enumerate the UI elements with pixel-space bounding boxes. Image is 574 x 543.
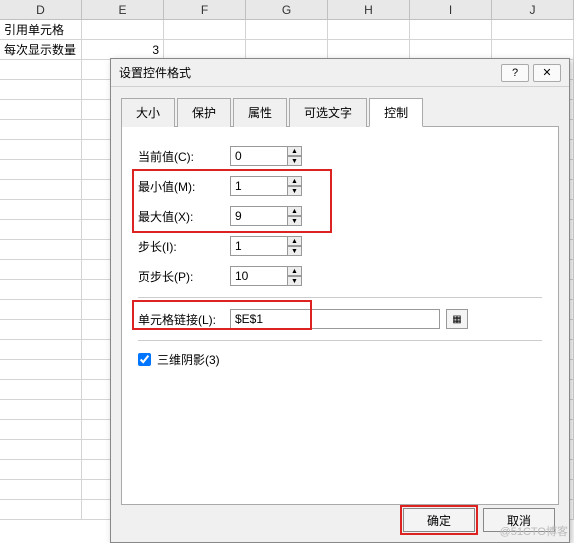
divider	[138, 297, 542, 298]
cell[interactable]	[328, 20, 410, 39]
cell[interactable]	[0, 500, 82, 519]
cell[interactable]	[410, 20, 492, 39]
cell[interactable]	[164, 20, 246, 39]
ok-button[interactable]: 确定	[403, 508, 475, 532]
tab-alttext[interactable]: 可选文字	[289, 98, 367, 127]
field-step: 步长(I): ▲▼	[138, 231, 542, 261]
col-header[interactable]: G	[246, 0, 328, 19]
cell[interactable]	[328, 40, 410, 59]
cell[interactable]	[0, 360, 82, 379]
cell[interactable]	[0, 400, 82, 419]
current-input[interactable]	[230, 146, 288, 166]
cell[interactable]	[0, 220, 82, 239]
current-label: 当前值(C):	[138, 148, 230, 165]
spin-down-icon[interactable]: ▼	[287, 156, 302, 166]
pagestep-label: 页步长(P):	[138, 268, 230, 285]
cell[interactable]	[0, 260, 82, 279]
dialog-tabs: 大小 保护 属性 可选文字 控制	[121, 97, 559, 127]
table-row: 每次显示数量3	[0, 40, 574, 60]
field-min: 最小值(M): ▲▼	[138, 171, 542, 201]
format-control-dialog: 设置控件格式 ? ✕ 大小 保护 属性 可选文字 控制 当前值(C): ▲▼ 最…	[110, 58, 570, 543]
cell[interactable]	[164, 40, 246, 59]
pagestep-input[interactable]	[230, 266, 288, 286]
step-label: 步长(I):	[138, 238, 230, 255]
spin-down-icon[interactable]: ▼	[287, 216, 302, 226]
spin-up-icon[interactable]: ▲	[287, 266, 302, 276]
col-header[interactable]: F	[164, 0, 246, 19]
celllink-label: 单元格链接(L):	[138, 311, 230, 328]
field-max: 最大值(X): ▲▼	[138, 201, 542, 231]
cell[interactable]: 引用单元格	[0, 20, 82, 39]
spin-down-icon[interactable]: ▼	[287, 186, 302, 196]
max-input[interactable]	[230, 206, 288, 226]
shadow-label: 三维阴影(3)	[157, 351, 220, 368]
tab-properties[interactable]: 属性	[233, 98, 287, 127]
cell[interactable]	[0, 180, 82, 199]
column-headers: D E F G H I J	[0, 0, 574, 20]
cell[interactable]	[0, 440, 82, 459]
cell[interactable]	[246, 20, 328, 39]
shadow-checkbox[interactable]	[138, 353, 151, 366]
spin-down-icon[interactable]: ▼	[287, 276, 302, 286]
min-label: 最小值(M):	[138, 178, 230, 195]
field-celllink: 单元格链接(L): ▦	[138, 304, 542, 334]
shadow-row: 三维阴影(3)	[138, 351, 542, 368]
dialog-title: 设置控件格式	[119, 64, 497, 81]
tab-control[interactable]: 控制	[369, 98, 423, 127]
col-header[interactable]: I	[410, 0, 492, 19]
col-header[interactable]: E	[82, 0, 164, 19]
control-pane: 当前值(C): ▲▼ 最小值(M): ▲▼ 最大值(X): ▲▼	[121, 127, 559, 505]
field-current: 当前值(C): ▲▼	[138, 141, 542, 171]
dialog-titlebar: 设置控件格式 ? ✕	[111, 59, 569, 87]
close-button[interactable]: ✕	[533, 64, 561, 82]
cell[interactable]	[492, 40, 574, 59]
spin-down-icon[interactable]: ▼	[287, 246, 302, 256]
cell[interactable]	[0, 320, 82, 339]
spin-up-icon[interactable]: ▲	[287, 176, 302, 186]
tab-size[interactable]: 大小	[121, 98, 175, 127]
tab-protection[interactable]: 保护	[177, 98, 231, 127]
cell[interactable]	[0, 60, 82, 79]
cell[interactable]	[0, 340, 82, 359]
cell[interactable]	[0, 100, 82, 119]
table-row: 引用单元格	[0, 20, 574, 40]
watermark: @51CTO博客	[500, 523, 568, 539]
col-header[interactable]: J	[492, 0, 574, 19]
col-header[interactable]: D	[0, 0, 82, 19]
cell[interactable]	[246, 40, 328, 59]
cell[interactable]	[0, 480, 82, 499]
spin-up-icon[interactable]: ▲	[287, 236, 302, 246]
cell[interactable]	[0, 240, 82, 259]
cell[interactable]: 每次显示数量	[0, 40, 82, 59]
spin-up-icon[interactable]: ▲	[287, 206, 302, 216]
cell[interactable]	[0, 80, 82, 99]
cell[interactable]	[0, 140, 82, 159]
cell[interactable]	[0, 380, 82, 399]
col-header[interactable]: H	[328, 0, 410, 19]
cell[interactable]: 3	[82, 40, 164, 59]
max-label: 最大值(X):	[138, 208, 230, 225]
cell[interactable]	[0, 200, 82, 219]
cell[interactable]	[82, 20, 164, 39]
cell[interactable]	[0, 120, 82, 139]
spin-up-icon[interactable]: ▲	[287, 146, 302, 156]
cell[interactable]	[0, 280, 82, 299]
cell[interactable]	[410, 40, 492, 59]
cell[interactable]	[0, 420, 82, 439]
min-input[interactable]	[230, 176, 288, 196]
range-picker-icon[interactable]: ▦	[446, 309, 468, 329]
celllink-input[interactable]	[230, 309, 440, 329]
cell[interactable]	[0, 460, 82, 479]
cell[interactable]	[0, 160, 82, 179]
step-input[interactable]	[230, 236, 288, 256]
divider	[138, 340, 542, 341]
field-pagestep: 页步长(P): ▲▼	[138, 261, 542, 291]
cell[interactable]	[492, 20, 574, 39]
help-button[interactable]: ?	[501, 64, 529, 82]
cell[interactable]	[0, 300, 82, 319]
